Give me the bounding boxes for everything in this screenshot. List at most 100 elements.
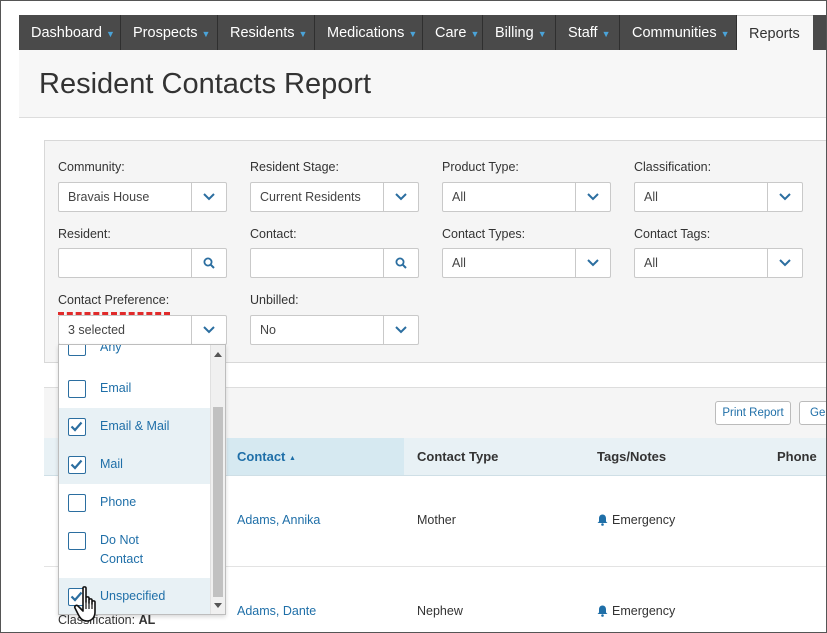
chevron-down-icon[interactable] — [575, 249, 610, 277]
page-header: Resident Contacts Report — [19, 50, 826, 118]
option-phone[interactable]: Phone — [59, 484, 210, 522]
sort-asc-icon: ▲ — [289, 455, 296, 462]
tag-label: Emergency — [612, 513, 676, 527]
nav-staff[interactable]: Staff ▼ — [556, 15, 620, 50]
chevron-down-icon: ▼ — [601, 28, 611, 39]
option-email-and-mail[interactable]: Email & Mail — [59, 408, 210, 446]
option-mail[interactable]: Mail — [59, 446, 210, 484]
chevron-down-icon[interactable] — [767, 249, 802, 277]
contact-preference-select[interactable]: 3 selected — [58, 315, 227, 345]
contact-preference-value: 3 selected — [68, 323, 125, 337]
chevron-down-icon: ▼ — [201, 28, 211, 39]
column-header-phone[interactable]: Phone — [777, 449, 817, 464]
product-type-value: All — [452, 190, 466, 204]
unbilled-select[interactable]: No — [250, 315, 419, 345]
contact-search-field — [250, 248, 419, 278]
check-icon — [70, 421, 83, 432]
generate-button[interactable]: Gen — [799, 401, 826, 425]
nav-label: Prospects — [133, 24, 198, 41]
community-select[interactable]: Bravais House — [58, 182, 227, 212]
nav-residents[interactable]: Residents ▼ — [218, 15, 315, 50]
scroll-down-icon[interactable] — [214, 603, 222, 608]
resident-search-field — [58, 248, 227, 278]
option-label: Do Not Contact — [100, 531, 143, 569]
chevron-down-icon: ▼ — [408, 28, 418, 39]
dropdown-options: Any Email Email & Mail Mail Phone Do Not… — [59, 345, 210, 614]
option-label: Mail — [100, 457, 123, 471]
community-label: Community: — [58, 160, 125, 174]
resident-stage-label: Resident Stage: — [250, 160, 339, 174]
bell-icon — [597, 514, 608, 526]
nav-care[interactable]: Care ▼ — [423, 15, 483, 50]
nav-label: Communities — [632, 24, 717, 41]
contact-types-label: Contact Types: — [442, 227, 526, 241]
contact-tags-select[interactable]: All — [634, 248, 803, 278]
search-icon[interactable] — [383, 249, 418, 277]
nav-communities[interactable]: Communities ▼ — [620, 15, 737, 50]
column-header-contact-type[interactable]: Contact Type — [417, 449, 498, 464]
chevron-down-icon[interactable] — [191, 183, 226, 211]
option-email[interactable]: Email — [59, 370, 210, 408]
tag-cell: Emergency — [597, 513, 675, 527]
checkbox[interactable] — [68, 494, 86, 512]
option-do-not-contact[interactable]: Do Not Contact — [59, 522, 210, 578]
tag-cell: Emergency — [597, 604, 675, 618]
tag-label: Emergency — [612, 604, 676, 618]
checkbox[interactable] — [68, 456, 86, 474]
nav-label: Staff — [568, 24, 598, 41]
chevron-down-icon: ▼ — [537, 28, 547, 39]
option-label-line2: Contact — [100, 552, 144, 566]
chevron-down-icon[interactable] — [383, 316, 418, 344]
search-icon[interactable] — [191, 249, 226, 277]
resident-label: Resident: — [58, 227, 111, 241]
hand-cursor-icon — [73, 586, 96, 622]
dropdown-scrollbar[interactable] — [210, 345, 225, 614]
scrollbar-thumb[interactable] — [213, 407, 223, 597]
nav-medications[interactable]: Medications ▼ — [315, 15, 423, 50]
resident-stage-value: Current Residents — [260, 190, 361, 204]
chevron-down-icon[interactable] — [767, 183, 802, 211]
chevron-down-icon[interactable] — [191, 316, 226, 344]
nav-dashboard[interactable]: Dashboard ▼ — [19, 15, 121, 50]
checkbox[interactable] — [68, 345, 86, 356]
checkbox[interactable] — [68, 532, 86, 550]
contact-types-value: All — [452, 256, 466, 270]
nav-prospects[interactable]: Prospects ▼ — [121, 15, 218, 50]
contact-preference-label: Contact Preference: — [58, 293, 170, 307]
community-value: Bravais House — [68, 190, 150, 204]
classification-select[interactable]: All — [634, 182, 803, 212]
resident-stage-select[interactable]: Current Residents — [250, 182, 419, 212]
option-any[interactable]: Any — [59, 345, 210, 361]
checkbox[interactable] — [68, 380, 86, 398]
print-report-button[interactable]: Print Report — [715, 401, 791, 425]
classification-peek-value: AL — [138, 613, 156, 627]
column-header-contact[interactable]: Contact ▲ — [237, 449, 296, 464]
option-label: Unspecified — [100, 589, 166, 603]
contact-types-select[interactable]: All — [442, 248, 611, 278]
contact-link[interactable]: Adams, Annika — [237, 513, 320, 527]
contact-link[interactable]: Adams, Dante — [237, 604, 316, 618]
chevron-down-icon: ▼ — [470, 28, 480, 39]
nav-label: Billing — [495, 24, 534, 41]
chevron-down-icon[interactable] — [575, 183, 610, 211]
scroll-up-icon[interactable] — [214, 352, 222, 357]
resident-input[interactable] — [59, 249, 190, 277]
checkbox[interactable] — [68, 418, 86, 436]
nav-label: Residents — [230, 24, 295, 41]
page-title: Resident Contacts Report — [39, 68, 372, 100]
option-label: Email — [100, 381, 132, 395]
nav-label: Care — [435, 24, 467, 41]
option-label: Phone — [100, 495, 137, 509]
nav-reports[interactable]: Reports — [737, 15, 813, 51]
chevron-down-icon[interactable] — [383, 183, 418, 211]
chevron-down-icon: ▼ — [105, 28, 115, 39]
classification-label: Classification: — [634, 160, 712, 174]
contact-type-cell: Mother — [417, 513, 456, 527]
classification-value: All — [644, 190, 658, 204]
column-header-tags-notes[interactable]: Tags/Notes — [597, 449, 666, 464]
nav-label: Medications — [327, 24, 405, 41]
product-type-select[interactable]: All — [442, 182, 611, 212]
nav-billing[interactable]: Billing ▼ — [483, 15, 556, 50]
contact-input[interactable] — [251, 249, 382, 277]
column-header-contact-label: Contact — [237, 449, 286, 464]
